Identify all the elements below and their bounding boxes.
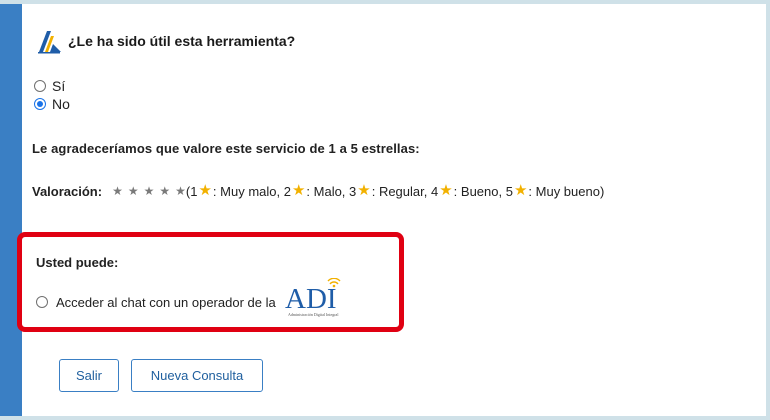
- legend-star-icon: ★: [357, 182, 371, 199]
- option-no[interactable]: No: [34, 96, 70, 112]
- rating-prompt: Le agradeceríamos que valore este servic…: [32, 141, 420, 156]
- new-query-button[interactable]: Nueva Consulta: [131, 359, 263, 392]
- option-no-label: No: [52, 96, 70, 112]
- rating-label: Valoración:: [32, 183, 103, 199]
- radio-no[interactable]: [34, 98, 46, 110]
- legend-star-icon: ★: [439, 182, 453, 199]
- chat-option-label: Acceder al chat con un operador de la: [56, 294, 276, 310]
- legend-star-icon: ★: [513, 182, 528, 199]
- legend-item: : Muy malo, 2: [212, 183, 291, 199]
- rating-star-5-icon[interactable]: ★: [175, 184, 186, 198]
- rating-star-3-icon[interactable]: ★: [144, 184, 155, 198]
- adi-logo-text: ADI: [285, 283, 337, 315]
- adi-logo-icon: ADI Administración Digital Integral: [285, 278, 341, 317]
- option-si[interactable]: Sí: [34, 78, 65, 94]
- rating-star-2-icon[interactable]: ★: [128, 184, 139, 198]
- radio-chat[interactable]: [36, 296, 48, 308]
- legend-item: : Muy bueno): [528, 183, 605, 199]
- legend-star-icon: ★: [198, 182, 212, 199]
- survey-header: ¿Le ha sido útil esta herramienta?: [36, 28, 295, 54]
- legend-item: : Regular, 4: [371, 183, 439, 199]
- adi-logo-caption: Administración Digital Integral: [288, 312, 339, 317]
- exit-button[interactable]: Salir: [59, 359, 119, 392]
- chat-option[interactable]: Acceder al chat con un operador de la AD…: [36, 278, 358, 317]
- rating-star-4-icon[interactable]: ★: [159, 184, 170, 198]
- content-panel: [0, 4, 766, 416]
- rating-star-1-icon[interactable]: ★: [112, 184, 123, 198]
- survey-question: ¿Le ha sido útil esta herramienta?: [68, 33, 296, 49]
- rating-legend-open: (1: [185, 183, 198, 199]
- legend-item: : Malo, 3: [306, 183, 357, 199]
- legend-item: : Bueno, 5: [453, 183, 513, 199]
- option-si-label: Sí: [52, 78, 66, 94]
- legend-star-icon: ★: [291, 182, 306, 199]
- radio-si[interactable]: [34, 80, 46, 92]
- options-title: Usted puede:: [36, 255, 119, 270]
- agency-logo-icon: [38, 31, 61, 54]
- rating-row: Valoración: ★ ★ ★ ★ ★ (1 ★ : Muy malo, 2…: [32, 182, 604, 200]
